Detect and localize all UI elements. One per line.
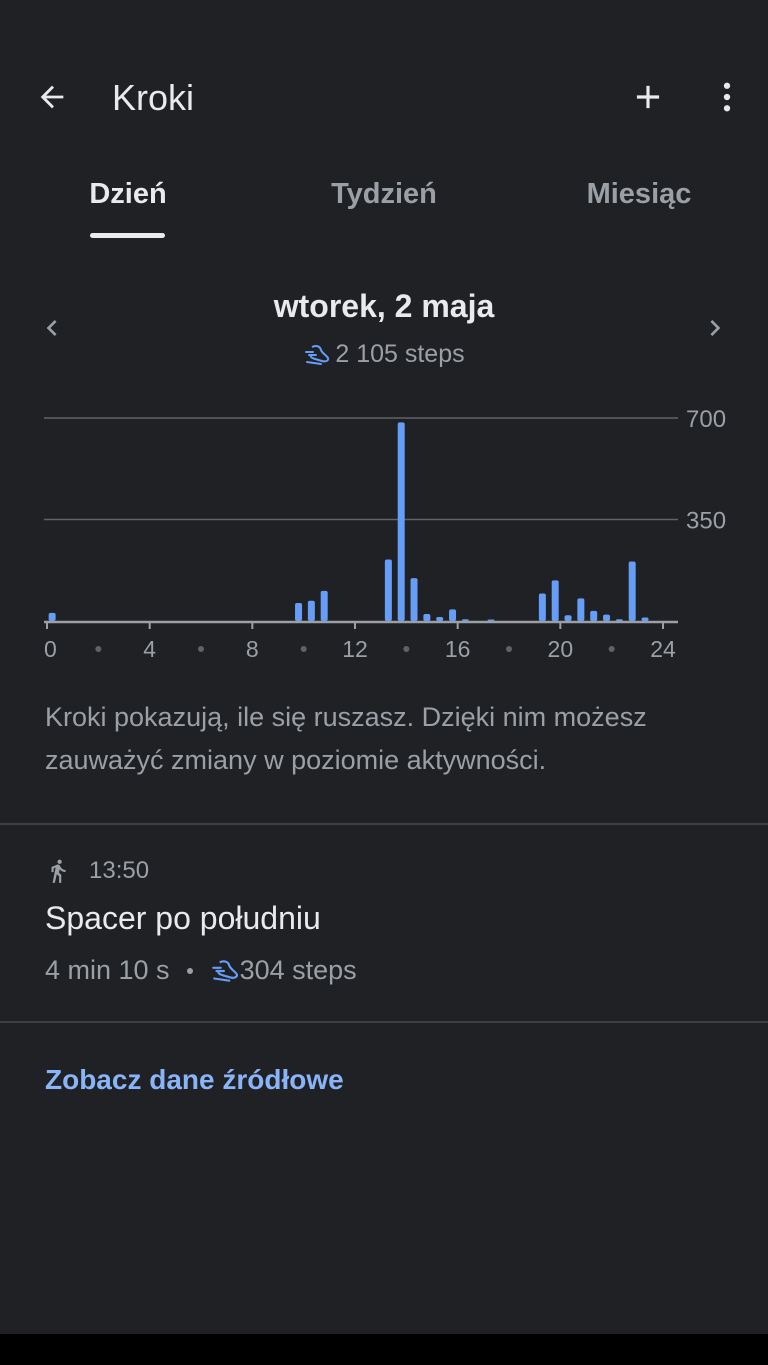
add-button[interactable]: [620, 69, 676, 125]
y-tick-label: 350: [686, 508, 726, 535]
bar: [628, 561, 636, 621]
active-tab-indicator: [90, 233, 165, 238]
x-tick-label: 8: [246, 636, 259, 662]
bar: [603, 614, 611, 621]
tab-week[interactable]: Tydzień: [304, 172, 464, 220]
walking-person-icon: [51, 859, 66, 883]
x-tick-label: 16: [445, 636, 471, 662]
bar: [461, 619, 469, 621]
bar: [577, 598, 585, 621]
x-tick-label: 4: [143, 636, 156, 662]
session-meta: 4 min 10 s 304 steps: [45, 955, 357, 986]
system-navigation-bar: [0, 1334, 768, 1365]
session-title[interactable]: Spacer po południu: [45, 900, 321, 937]
hourly-steps-chart: 700 350 0 4 8 12 16 20 24: [44, 406, 726, 662]
bar: [641, 617, 649, 621]
bar: [48, 612, 56, 621]
x-minor-tick-dot: [95, 646, 102, 652]
bar: [436, 616, 444, 621]
chevron-right-icon: [710, 320, 721, 336]
bar: [487, 619, 495, 621]
session-steps: 304 steps: [239, 955, 357, 985]
bar: [564, 615, 572, 621]
bar: [551, 580, 559, 621]
selected-date: wtorek, 2 maja: [273, 288, 495, 324]
bar: [320, 590, 328, 621]
bar: [449, 609, 457, 621]
separator-dot: [186, 967, 193, 974]
bar: [307, 600, 315, 621]
plus-icon: [636, 85, 660, 109]
back-button[interactable]: [24, 69, 80, 125]
bar: [410, 578, 418, 621]
x-minor-tick-dot: [608, 646, 615, 652]
steps-icon: [305, 344, 330, 365]
x-tick-label: 24: [650, 636, 676, 662]
bar: [295, 603, 303, 621]
session-time: 13:50: [89, 857, 150, 884]
next-day-button[interactable]: [687, 300, 743, 356]
divider: [0, 1021, 768, 1023]
bar: [615, 619, 623, 621]
daily-steps-summary: 2 105 steps: [0, 340, 768, 369]
session-time-row: 13:50: [45, 855, 149, 887]
bar: [538, 593, 546, 621]
x-minor-tick-dot: [300, 646, 307, 652]
bar: [423, 614, 431, 621]
x-minor-tick-dot: [403, 646, 410, 652]
divider: [0, 823, 768, 825]
view-source-data-link[interactable]: Zobacz dane źródłowe: [45, 1064, 344, 1096]
session-duration: 4 min 10 s: [45, 955, 170, 985]
page-title: Kroki: [112, 77, 195, 118]
more-options-button[interactable]: [699, 69, 755, 125]
x-tick-label: 0: [44, 636, 57, 662]
daily-steps-value: 2 105 steps: [335, 340, 465, 368]
x-minor-tick-dot: [506, 646, 512, 652]
y-tick-label: 700: [686, 406, 726, 433]
tab-day[interactable]: Dzień: [48, 172, 208, 220]
bar: [590, 610, 598, 621]
tab-month[interactable]: Miesiąc: [559, 172, 719, 220]
arrow-back-icon: [40, 85, 64, 109]
bar: [397, 422, 405, 621]
bar: [384, 559, 392, 621]
more-vert-icon: [723, 82, 731, 112]
steps-description: Kroki pokazują, ile się ruszasz. Dzięki …: [45, 702, 647, 775]
x-tick-label: 20: [548, 636, 574, 662]
steps-icon: [211, 959, 238, 982]
x-tick-label: 12: [342, 636, 368, 662]
x-minor-tick-dot: [198, 646, 204, 652]
